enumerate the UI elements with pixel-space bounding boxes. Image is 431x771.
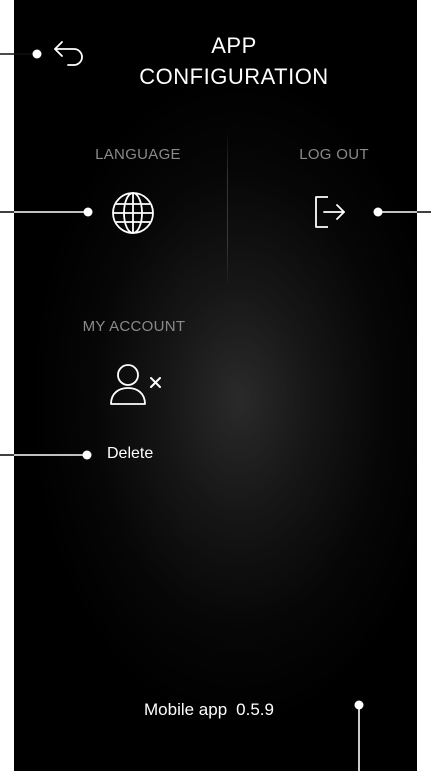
app-version-label: Mobile app	[144, 700, 228, 719]
page-title-line-1: APP	[211, 33, 257, 58]
globe-icon	[112, 192, 154, 234]
page-title: APP CONFIGURATION	[104, 30, 364, 92]
logout-arrow-icon	[315, 196, 345, 228]
my-account-label: MY ACCOUNT	[82, 318, 186, 335]
app-version: Mobile app 0.5.9	[144, 700, 274, 720]
user-remove-icon	[110, 364, 161, 405]
logout-label: LOG OUT	[299, 146, 369, 163]
account-icon-wrap	[108, 360, 164, 408]
section-divider	[227, 128, 228, 288]
screen-stage: APP CONFIGURATION LANGUAGE LOG OUT MY AC…	[0, 0, 431, 771]
back-button[interactable]	[50, 36, 90, 72]
language-label: LANGUAGE	[95, 146, 181, 163]
language-button[interactable]	[110, 190, 156, 236]
back-arrow-icon	[54, 41, 83, 66]
app-version-number: 0.5.9	[236, 700, 274, 719]
app-screen: APP CONFIGURATION LANGUAGE LOG OUT MY AC…	[14, 0, 417, 771]
page-title-line-2: CONFIGURATION	[139, 64, 329, 89]
delete-account-button[interactable]: Delete	[107, 445, 153, 463]
logout-button[interactable]	[310, 192, 350, 232]
